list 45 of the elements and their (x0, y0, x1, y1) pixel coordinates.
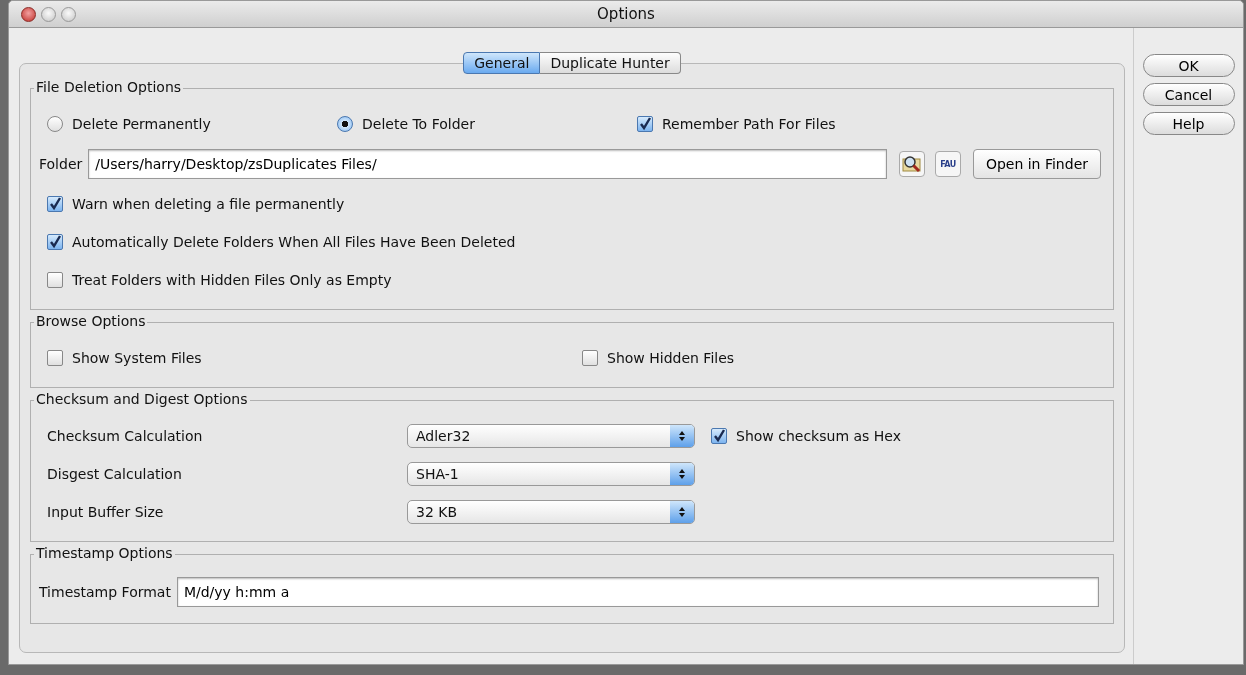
group-title: Checksum and Digest Options (34, 391, 250, 407)
dropdown[interactable]: Adler32 (407, 424, 695, 448)
stepper-icon (670, 463, 694, 485)
tab[interactable]: General (463, 52, 541, 74)
checkbox[interactable] (47, 350, 63, 366)
timestamp-field[interactable]: M/d/yy h:mm a (176, 577, 1099, 607)
open-in-finder-button[interactable]: Open in Finder (972, 149, 1101, 179)
radio-button[interactable] (337, 116, 353, 132)
dialog-button[interactable]: Cancel (1142, 83, 1235, 106)
close-button[interactable] (21, 6, 36, 22)
dialog-button[interactable]: OK (1142, 54, 1235, 77)
checkbox[interactable] (582, 350, 598, 366)
option-label: Delete Permanently (72, 116, 211, 132)
dialog-button[interactable]: Help (1142, 112, 1235, 135)
folder-field[interactable]: /Users/harry/Desktop/zsDuplicates Files/ (88, 149, 887, 179)
field-label: Timestamp Format (39, 584, 171, 600)
checkbox[interactable] (47, 234, 63, 250)
option-label: Show checksum as Hex (736, 428, 901, 444)
option-label: Show System Files (72, 350, 202, 366)
tab[interactable]: Duplicate Hunter (540, 52, 681, 74)
option-label: Remember Path For Files (662, 116, 836, 132)
radio-button[interactable] (47, 116, 63, 132)
checkbox[interactable] (47, 272, 63, 288)
field-label: Disgest Calculation (47, 466, 183, 482)
checkbox[interactable] (47, 196, 63, 212)
stepper-icon (670, 501, 694, 523)
search-icon[interactable] (898, 151, 925, 177)
checkbox[interactable] (711, 428, 727, 444)
group-title: Browse Options (34, 313, 148, 329)
dropdown[interactable]: SHA-1 (407, 462, 695, 486)
field-label: Checksum Calculation (47, 428, 204, 444)
option-label: Automatically Delete Folders When All Files Have Been Deleted (72, 234, 516, 250)
group-title: Timestamp Options (34, 545, 175, 561)
field-label: Folder (39, 156, 83, 172)
option-label: Warn when deleting a file permanently (72, 196, 345, 212)
field-label: Input Buffer Size (47, 504, 165, 520)
stepper-icon (670, 425, 694, 447)
folder-button[interactable]: FAU (934, 151, 961, 177)
option-label: Show Hidden Files (607, 350, 735, 366)
dropdown[interactable]: 32 KB (407, 500, 695, 524)
window-title: Options (597, 5, 655, 23)
option-label: Treat Folders with Hidden Files Only as Empty (72, 272, 392, 288)
option-label: Delete To Folder (362, 116, 475, 132)
group-title: File Deletion Options (34, 79, 184, 95)
checkbox[interactable] (637, 116, 653, 132)
